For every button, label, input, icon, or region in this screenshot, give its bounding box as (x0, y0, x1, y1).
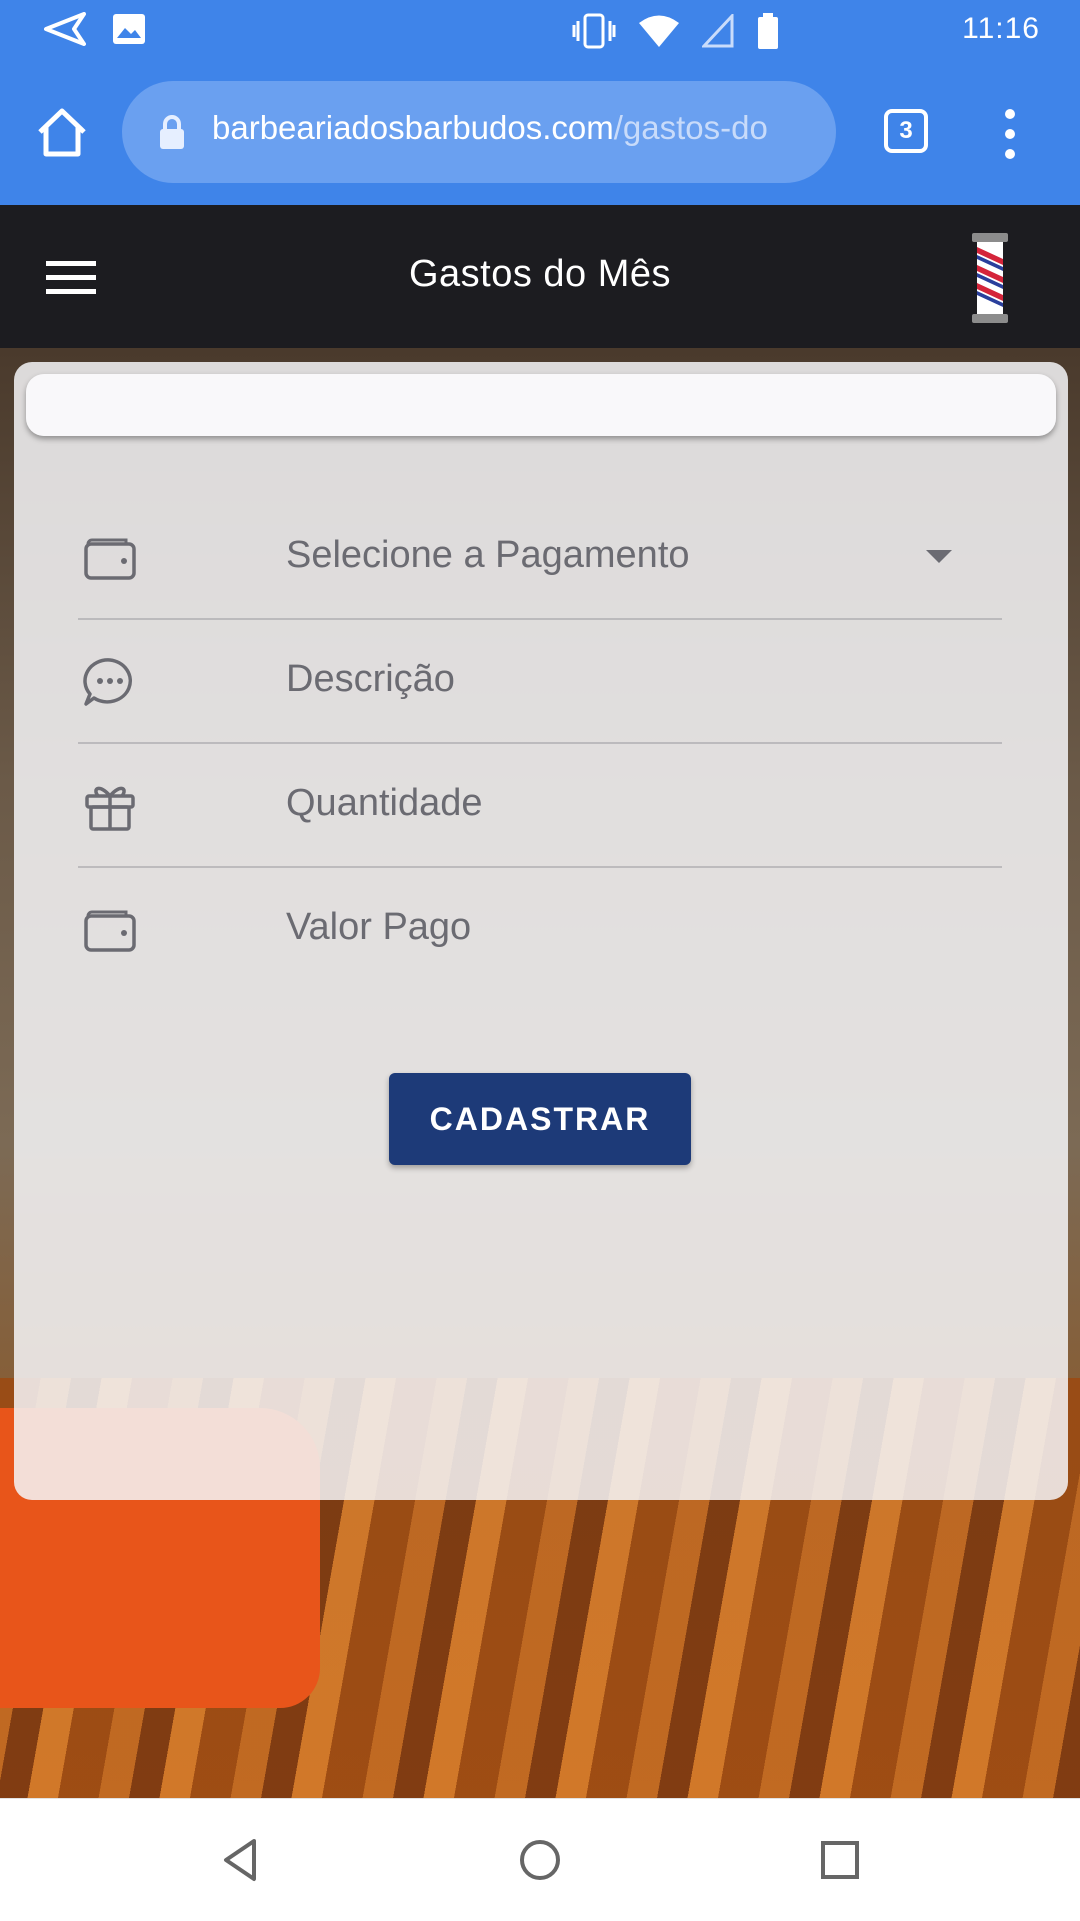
quantity-field[interactable]: Quantidade (78, 742, 1002, 868)
dropdown-arrow-icon[interactable] (926, 550, 952, 563)
clock: 11:16 (962, 12, 1040, 45)
send-icon (44, 12, 86, 46)
payment-select-placeholder: Selecione a Pagamento (286, 534, 690, 576)
expense-form-card: Selecione a Pagamento Descrição Quantida… (14, 362, 1068, 1500)
lock-icon (160, 115, 184, 149)
signal-icon (702, 14, 734, 48)
wallet-icon (84, 538, 136, 580)
address-bar[interactable]: barbeariadosbarbudos.com/gastos-do (122, 81, 836, 183)
more-vert-icon[interactable] (998, 108, 1022, 160)
battery-icon (758, 13, 778, 49)
image-icon (113, 14, 145, 44)
chat-icon (83, 658, 132, 706)
back-icon[interactable] (216, 1835, 266, 1885)
card-header (26, 374, 1056, 436)
app-header: Gastos do Mês (0, 205, 1080, 348)
gift-icon (85, 786, 135, 831)
submit-button[interactable]: CADASTRAR (389, 1073, 691, 1165)
system-nav-bar (0, 1798, 1080, 1921)
vibrate-icon (572, 13, 616, 49)
quantity-placeholder: Quantidade (286, 782, 483, 824)
url-text: barbeariadosbarbudos.com/gastos-do (212, 109, 812, 147)
description-placeholder: Descrição (286, 658, 455, 700)
home-icon[interactable] (34, 104, 90, 160)
home-nav-icon[interactable] (515, 1835, 565, 1885)
tab-switcher-button[interactable]: 3 (884, 109, 928, 153)
browser-toolbar: barbeariadosbarbudos.com/gastos-do 3 (0, 64, 1080, 205)
recents-icon[interactable] (815, 1835, 865, 1885)
wifi-icon (639, 15, 679, 47)
url-domain: barbeariadosbarbudos.com (212, 109, 614, 146)
amount-paid-field[interactable]: Valor Pago (78, 866, 1002, 990)
barber-pole-logo (972, 233, 1008, 323)
status-bar: 11:16 (0, 0, 1080, 64)
payment-select[interactable]: Selecione a Pagamento (78, 494, 1002, 620)
url-path: /gastos-do (613, 109, 768, 146)
amount-paid-placeholder: Valor Pago (286, 906, 472, 948)
description-field[interactable]: Descrição (78, 618, 1002, 744)
page-title: Gastos do Mês (408, 253, 672, 295)
wallet-icon (84, 910, 136, 952)
